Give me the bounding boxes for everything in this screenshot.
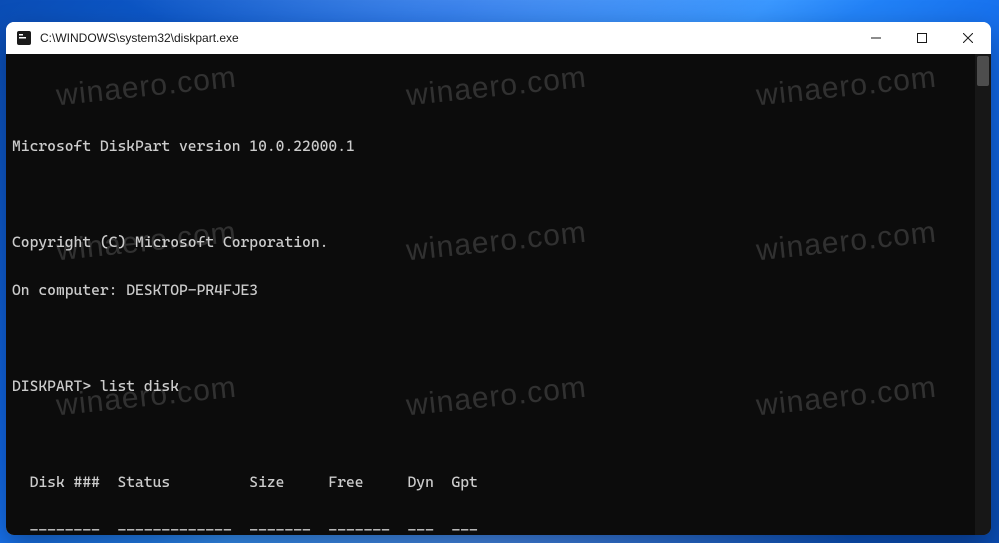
title-bar[interactable]: C:\WINDOWS\system32\diskpart.exe xyxy=(6,22,991,54)
maximize-button[interactable] xyxy=(899,22,945,54)
table-header: Disk ### Status Size Free Dyn Gpt xyxy=(12,474,991,490)
console-computer: On computer: DESKTOP-PR4FJE3 xyxy=(12,282,991,298)
scrollbar-thumb[interactable] xyxy=(977,56,989,86)
table-rule: -------- ------------- ------- ------- -… xyxy=(12,522,991,535)
console-header-version: Microsoft DiskPart version 10.0.22000.1 xyxy=(12,138,991,154)
console-output[interactable]: Microsoft DiskPart version 10.0.22000.1 … xyxy=(6,54,991,535)
prompt-label: DISKPART> xyxy=(12,378,91,394)
console-copyright: Copyright (C) Microsoft Corporation. xyxy=(12,234,991,250)
minimize-button[interactable] xyxy=(853,22,899,54)
console-blank-line xyxy=(12,330,991,346)
console-blank-line xyxy=(12,186,991,202)
close-button[interactable] xyxy=(945,22,991,54)
console-prompt-line: DISKPART> list disk xyxy=(12,378,991,394)
window-title: C:\WINDOWS\system32\diskpart.exe xyxy=(40,31,853,45)
scrollbar-track[interactable] xyxy=(975,54,991,535)
diskpart-window: C:\WINDOWS\system32\diskpart.exe Microso… xyxy=(6,22,991,535)
window-controls xyxy=(853,22,991,54)
command-input: list disk xyxy=(100,378,179,394)
console-blank-line xyxy=(12,426,991,442)
console-blank-line xyxy=(12,90,991,106)
app-icon xyxy=(16,30,32,46)
